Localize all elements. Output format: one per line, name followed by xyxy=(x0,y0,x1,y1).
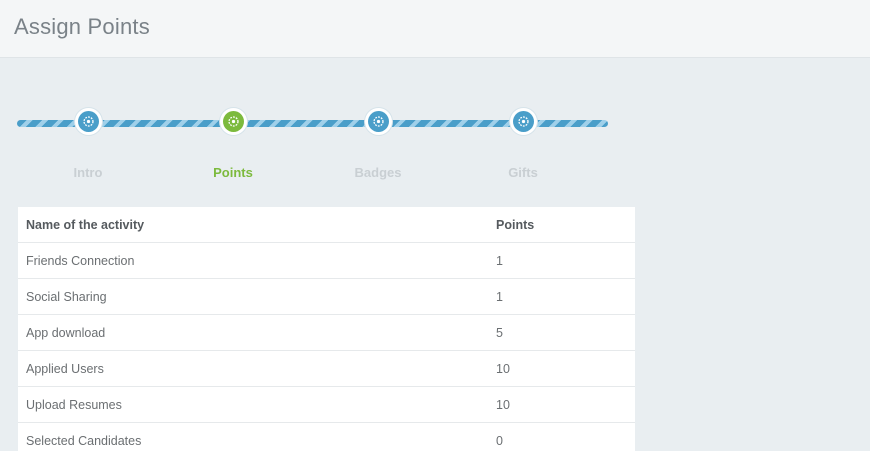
points-cell: 1 xyxy=(496,290,503,304)
progress-wizard: Intro Points Badges Gifts xyxy=(17,108,610,188)
step-label-badges[interactable]: Badges xyxy=(328,165,428,180)
activity-cell: Friends Connection xyxy=(26,254,135,268)
points-table: Name of the activity Points Friends Conn… xyxy=(18,207,635,451)
table-row: Selected Candidates 0 xyxy=(18,423,635,451)
column-header-points: Points xyxy=(496,218,535,232)
step-node-intro[interactable] xyxy=(75,108,102,135)
table-row: App download 5 xyxy=(18,315,635,351)
points-cell: 1 xyxy=(496,254,503,268)
gear-icon xyxy=(78,111,99,132)
table-row: Friends Connection 1 xyxy=(18,243,635,279)
step-node-badges[interactable] xyxy=(365,108,392,135)
points-cell: 0 xyxy=(496,434,503,448)
step-node-gifts[interactable] xyxy=(510,108,537,135)
gear-icon xyxy=(513,111,534,132)
points-cell: 10 xyxy=(496,362,510,376)
step-node-points[interactable] xyxy=(220,108,247,135)
gear-icon xyxy=(368,111,389,132)
step-label-intro[interactable]: Intro xyxy=(38,165,138,180)
step-label-points[interactable]: Points xyxy=(183,165,283,180)
points-cell: 5 xyxy=(496,326,503,340)
table-row: Upload Resumes 10 xyxy=(18,387,635,423)
activity-cell: Upload Resumes xyxy=(26,398,122,412)
column-header-activity: Name of the activity xyxy=(26,218,145,232)
activity-cell: Social Sharing xyxy=(26,290,107,304)
page-title: Assign Points xyxy=(14,14,150,39)
points-cell: 10 xyxy=(496,398,510,412)
table-row: Applied Users 10 xyxy=(18,351,635,387)
activity-cell: Applied Users xyxy=(26,362,104,376)
table-row: Social Sharing 1 xyxy=(18,279,635,315)
page-header: Assign Points xyxy=(0,0,870,58)
activity-cell: Selected Candidates xyxy=(26,434,142,448)
activity-cell: App download xyxy=(26,326,106,340)
step-label-gifts[interactable]: Gifts xyxy=(473,165,573,180)
table-header-row: Name of the activity Points xyxy=(18,207,635,243)
gear-icon xyxy=(223,111,244,132)
